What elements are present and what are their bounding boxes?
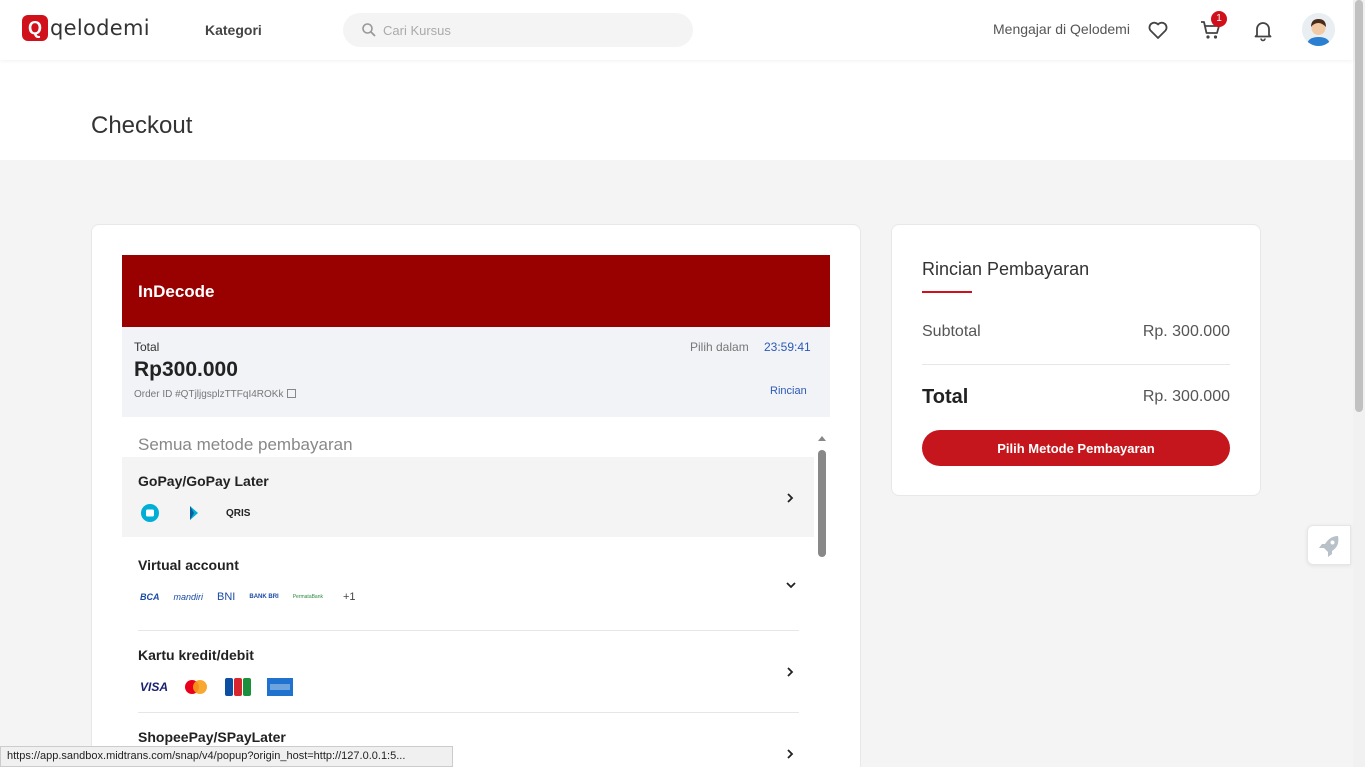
visa-logo: VISA <box>140 680 169 694</box>
summary-title: Rincian Pembayaran <box>922 259 1090 279</box>
method-logos: BCA mandiri BNI BANK BRI PermataBank +1 <box>140 591 356 603</box>
order-id-text: Order ID #QTjljgsplzTTFqI4ROKk <box>134 389 284 400</box>
more-banks-count: +1 <box>343 591 356 603</box>
method-credit-card[interactable]: Kartu kredit/debit VISA <box>122 631 814 713</box>
top-navbar: Q qelodemi Kategori Mengajar di Qelodemi… <box>0 0 1353 60</box>
subtotal-label: Subtotal <box>922 323 981 340</box>
bni-logo: BNI <box>217 591 236 603</box>
mandiri-logo: mandiri <box>173 592 204 602</box>
total-label: Total <box>922 386 969 408</box>
mastercard-logo-icon <box>185 680 208 694</box>
page-scrollbar-thumb[interactable] <box>1355 0 1363 412</box>
snap-payment-popup: InDecode Total Rp300.000 Order ID #QTjlj… <box>122 255 830 767</box>
total-value: Rp. 300.000 <box>1142 388 1230 405</box>
rocket-icon <box>1319 536 1339 557</box>
choose-payment-method-button[interactable]: Pilih Metode Pembayaran <box>922 430 1230 466</box>
gopay-later-logo-icon <box>190 506 198 520</box>
title-underline <box>922 291 972 293</box>
snap-header: InDecode <box>122 255 830 327</box>
payment-list-scrollbar[interactable] <box>818 450 826 557</box>
method-name: Kartu kredit/debit <box>138 647 254 663</box>
details-link[interactable]: Rincian <box>770 385 807 397</box>
title-band: Checkout <box>0 60 1353 160</box>
method-name: ShopeePay/SPayLater <box>138 729 286 745</box>
merchant-name: InDecode <box>138 282 215 301</box>
floating-rocket-button[interactable] <box>1307 525 1351 565</box>
jcb-logo-icon <box>225 678 252 696</box>
chevron-down-icon <box>786 582 796 589</box>
total-label: Total <box>134 340 160 354</box>
logo-text: qelodemi <box>50 16 150 40</box>
all-methods-heading: Semua metode pembayaran <box>138 435 353 454</box>
teach-link[interactable]: Mengajar di Qelodemi <box>993 21 1130 37</box>
total-amount: Rp300.000 <box>134 358 238 381</box>
search-bar[interactable] <box>343 13 693 47</box>
method-name: Virtual account <box>138 557 239 573</box>
method-logos: VISA <box>140 677 294 697</box>
chevron-right-icon <box>787 749 794 759</box>
qris-logo: QRIS <box>226 507 251 519</box>
permata-logo: PermataBank <box>292 594 323 600</box>
amex-logo-icon <box>267 678 294 696</box>
chevron-right-icon <box>787 493 794 503</box>
method-divider <box>138 712 799 713</box>
payment-summary-card: Rincian Pembayaran Subtotal Rp. 300.000 … <box>891 224 1261 496</box>
summary-divider <box>922 364 1230 365</box>
bell-icon[interactable] <box>1251 18 1275 42</box>
page-scrollbar[interactable] <box>1353 0 1365 767</box>
timer-label: Pilih dalam <box>690 340 749 354</box>
logo[interactable]: Q qelodemi <box>22 15 150 41</box>
method-gopay[interactable]: GoPay/GoPay Later QRIS <box>122 457 814 537</box>
method-logos: QRIS <box>140 503 250 523</box>
kategori-menu[interactable]: Kategori <box>205 22 262 38</box>
search-input[interactable] <box>383 13 673 47</box>
heart-icon[interactable] <box>1146 18 1170 42</box>
logo-mark: Q <box>22 15 48 41</box>
bri-logo: BANK BRI <box>249 594 279 600</box>
countdown-timer: 23:59:41 <box>764 340 811 354</box>
order-id: Order ID #QTjljgsplzTTFqI4ROKk <box>134 389 297 400</box>
bca-logo: BCA <box>140 592 160 602</box>
cart-count-badge: 1 <box>1211 11 1227 27</box>
order-summary: Total Rp300.000 Order ID #QTjljgsplzTTFq… <box>122 327 830 417</box>
avatar-image <box>1302 13 1335 46</box>
method-virtual-account[interactable]: Virtual account BCA mandiri BNI BANK BRI… <box>122 538 814 631</box>
copy-icon[interactable] <box>287 389 297 398</box>
chevron-right-icon <box>787 667 794 677</box>
avatar[interactable] <box>1302 13 1335 46</box>
method-name: GoPay/GoPay Later <box>138 473 269 489</box>
page-title: Checkout <box>91 112 193 139</box>
scroll-up-arrow-icon[interactable] <box>818 436 826 441</box>
gopay-logo-icon <box>141 504 159 522</box>
search-icon <box>362 23 376 37</box>
subtotal-value: Rp. 300.000 <box>1142 323 1230 340</box>
browser-status-bar: https://app.sandbox.midtrans.com/snap/v4… <box>0 746 453 767</box>
